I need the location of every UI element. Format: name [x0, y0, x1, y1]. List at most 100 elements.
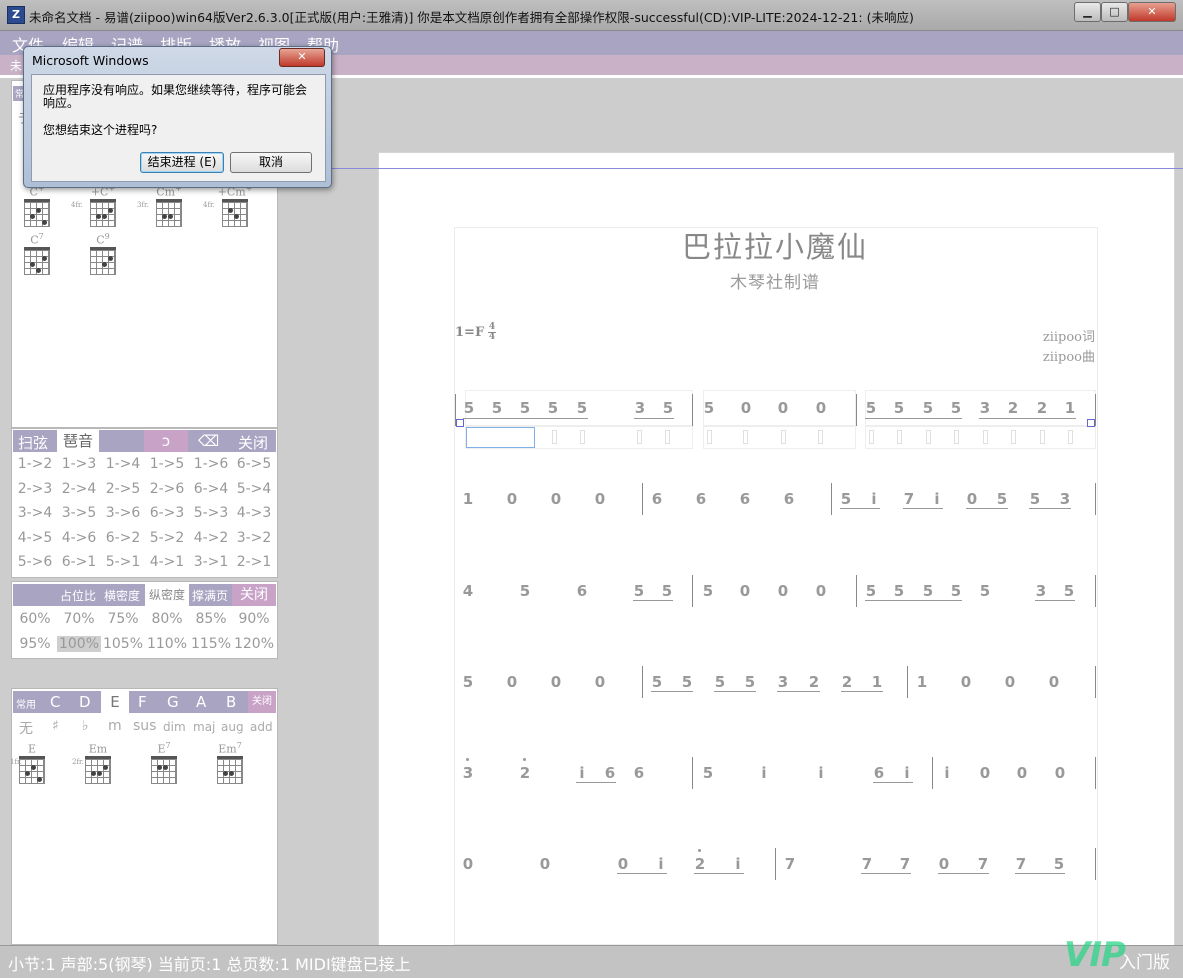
strum-cell[interactable]: 2->6 — [145, 481, 189, 497]
close-density-button[interactable]: 关闭 — [232, 584, 276, 606]
strum-cell[interactable]: 1->2 — [13, 456, 57, 472]
note[interactable]: 1 — [871, 673, 883, 691]
end-process-button[interactable]: 结束进程 (E) — [140, 152, 224, 173]
selection-handle[interactable] — [456, 419, 464, 427]
note[interactable]: 5 — [463, 399, 475, 417]
note[interactable]: 0 — [1048, 673, 1060, 691]
note[interactable]: 3 — [462, 758, 474, 782]
note[interactable]: 0 — [617, 855, 629, 873]
note[interactable]: 7 — [899, 855, 911, 873]
note[interactable]: 5 — [1063, 582, 1075, 600]
note[interactable]: 5 — [651, 673, 663, 691]
note[interactable]: 3 — [777, 673, 789, 691]
note[interactable]: 5 — [865, 399, 877, 417]
note[interactable]: 0 — [777, 582, 789, 600]
strum-cell[interactable]: 2->4 — [57, 481, 101, 497]
note[interactable]: i — [655, 855, 667, 873]
note[interactable]: i — [732, 855, 744, 873]
selected-input-box[interactable] — [466, 427, 535, 448]
strum-cell[interactable]: 4->1 — [145, 554, 189, 570]
note[interactable]: 5 — [702, 582, 714, 600]
note[interactable]: 0 — [979, 764, 991, 782]
ratio-cell[interactable]: 120% — [232, 636, 276, 652]
note[interactable]: 5 — [714, 673, 726, 691]
strum-cell[interactable]: 1->6 — [189, 456, 233, 472]
quality-flat[interactable]: ♭ — [82, 718, 89, 734]
note[interactable]: 5 — [661, 582, 673, 600]
note[interactable]: 6 — [695, 490, 707, 508]
note[interactable]: 0 — [1004, 673, 1016, 691]
strum-cell[interactable]: 1->5 — [145, 456, 189, 472]
note[interactable]: 0 — [594, 673, 606, 691]
strum-cell[interactable]: 2->1 — [232, 554, 276, 570]
strum-cell[interactable]: 4->5 — [13, 530, 57, 546]
note[interactable]: 4 — [462, 582, 474, 600]
close-button[interactable]: ✕ — [1128, 2, 1176, 22]
note[interactable]: 0 — [1016, 764, 1028, 782]
note[interactable]: 5 — [681, 673, 693, 691]
key-signature[interactable]: 1=F — [455, 325, 484, 340]
note[interactable]: 1 — [1064, 399, 1076, 417]
chord-diagram[interactable]: +C+ 4fr. — [71, 184, 123, 227]
strum-cell[interactable]: 5->2 — [145, 530, 189, 546]
selection-handle[interactable] — [1087, 419, 1095, 427]
note[interactable]: 2 — [519, 758, 531, 782]
note[interactable]: 5 — [703, 399, 715, 417]
note[interactable]: 7 — [784, 855, 796, 873]
tab-arpeggio[interactable]: 琶音 — [57, 430, 100, 452]
chord-diagram[interactable]: C+ — [17, 184, 57, 227]
note[interactable]: 7 — [977, 855, 989, 873]
strum-cell[interactable]: 6->3 — [145, 505, 189, 521]
note[interactable]: 6 — [651, 490, 663, 508]
note[interactable]: 5 — [922, 399, 934, 417]
note[interactable]: 5 — [979, 582, 991, 600]
strum-cell[interactable]: 5->4 — [232, 481, 276, 497]
note[interactable]: 0 — [462, 855, 474, 873]
chord-diagram[interactable]: C7 — [17, 232, 57, 275]
chord-diagram[interactable]: C9 — [83, 232, 123, 275]
quality-sharp[interactable]: ♯ — [52, 718, 59, 734]
note[interactable]: 6 — [873, 764, 885, 782]
quality-add[interactable]: add — [250, 720, 273, 734]
chord-diagram[interactable]: E7 — [144, 741, 184, 784]
ratio-cell[interactable]: 70% — [57, 611, 101, 627]
ratio-cell-selected[interactable]: 100% — [57, 636, 101, 652]
note[interactable]: 5 — [893, 399, 905, 417]
strum-cell[interactable]: 4->2 — [189, 530, 233, 546]
note[interactable]: 6 — [576, 582, 588, 600]
note[interactable]: 2 — [841, 673, 853, 691]
note[interactable]: 6 — [739, 490, 751, 508]
note[interactable]: 6 — [633, 764, 645, 782]
note[interactable]: 5 — [462, 673, 474, 691]
note[interactable]: 0 — [594, 490, 606, 508]
note[interactable]: 5 — [893, 582, 905, 600]
ratio-cell[interactable]: 95% — [13, 636, 57, 652]
chord-diagram[interactable]: +Cm+ 4fr. — [203, 184, 255, 227]
dialog-close-button[interactable]: ✕ — [279, 48, 325, 67]
app-icon[interactable]: Z — [7, 6, 25, 24]
maximize-button[interactable]: □ — [1101, 2, 1128, 22]
note[interactable]: i — [931, 490, 943, 508]
note[interactable]: 5 — [1053, 855, 1065, 873]
note[interactable]: 0 — [739, 582, 751, 600]
tab-key-e[interactable]: E — [101, 691, 129, 713]
note[interactable]: 2 — [1007, 399, 1019, 417]
strum-cell[interactable]: 2->3 — [13, 481, 57, 497]
strum-cell[interactable]: 6->2 — [101, 530, 145, 546]
time-signature[interactable]: 44 — [488, 323, 496, 342]
note[interactable]: 2 — [694, 849, 706, 873]
note[interactable]: i — [815, 764, 827, 782]
document-tab[interactable]: 未 — [10, 57, 22, 74]
note[interactable]: 0 — [539, 855, 551, 873]
note[interactable]: 3 — [634, 399, 646, 417]
note[interactable]: i — [576, 764, 588, 782]
note[interactable]: 5 — [950, 399, 962, 417]
strum-cell[interactable]: 1->3 — [57, 456, 101, 472]
composer-credit[interactable]: ziipoo曲 — [960, 346, 1095, 365]
note[interactable]: 0 — [506, 490, 518, 508]
note[interactable]: 5 — [1029, 490, 1041, 508]
ratio-cell[interactable]: 115% — [189, 636, 233, 652]
note[interactable]: 5 — [662, 399, 674, 417]
quality-aug[interactable]: aug — [221, 720, 244, 734]
quality-minor[interactable]: m — [108, 718, 122, 734]
